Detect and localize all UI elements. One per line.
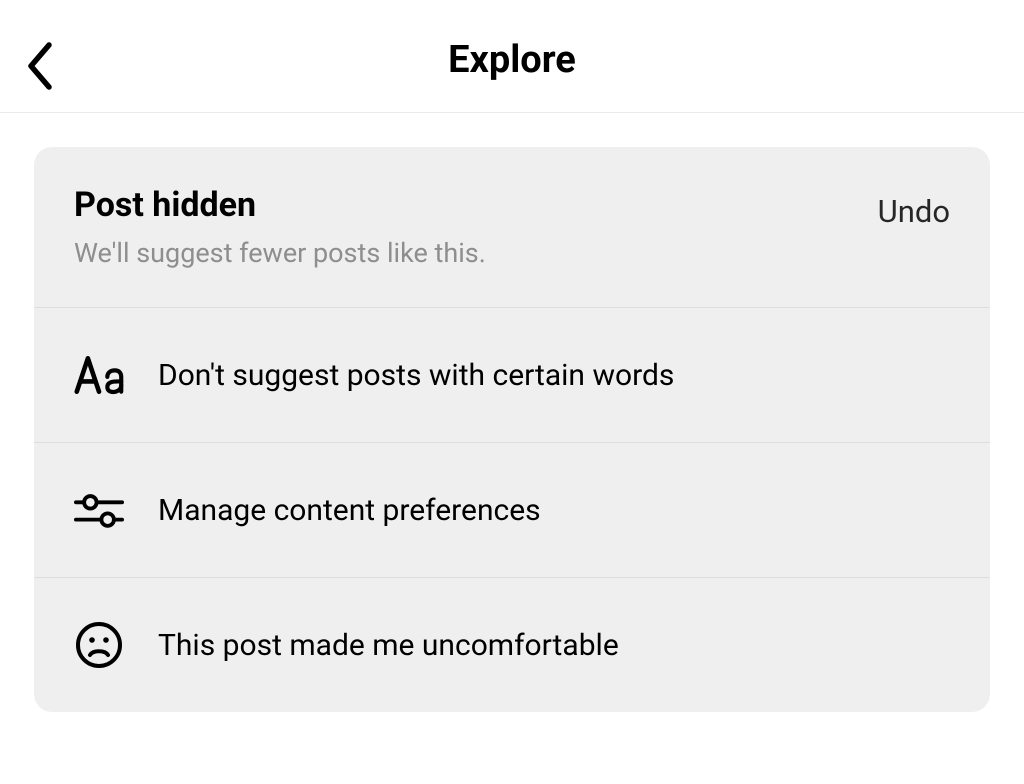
option-label: Manage content preferences xyxy=(158,493,541,528)
sliders-icon xyxy=(74,485,124,535)
option-uncomfortable[interactable]: This post made me uncomfortable xyxy=(34,578,990,712)
back-button[interactable] xyxy=(18,44,62,88)
card-title: Post hidden xyxy=(74,185,486,225)
page-header: Explore xyxy=(0,0,1024,113)
page-title: Explore xyxy=(448,38,576,82)
post-hidden-card: Post hidden We'll suggest fewer posts li… xyxy=(34,147,990,712)
option-manage-preferences[interactable]: Manage content preferences xyxy=(34,443,990,578)
sad-face-icon xyxy=(74,620,124,670)
option-label: This post made me uncomfortable xyxy=(158,628,619,663)
card-header-text: Post hidden We'll suggest fewer posts li… xyxy=(74,185,486,269)
card-subtitle: We'll suggest fewer posts like this. xyxy=(74,237,486,269)
aa-icon xyxy=(74,350,124,400)
option-label: Don't suggest posts with certain words xyxy=(158,358,674,393)
option-filter-words[interactable]: Don't suggest posts with certain words xyxy=(34,308,990,443)
card-header: Post hidden We'll suggest fewer posts li… xyxy=(34,147,990,308)
chevron-left-icon xyxy=(25,41,55,91)
undo-button[interactable]: Undo xyxy=(878,193,950,230)
